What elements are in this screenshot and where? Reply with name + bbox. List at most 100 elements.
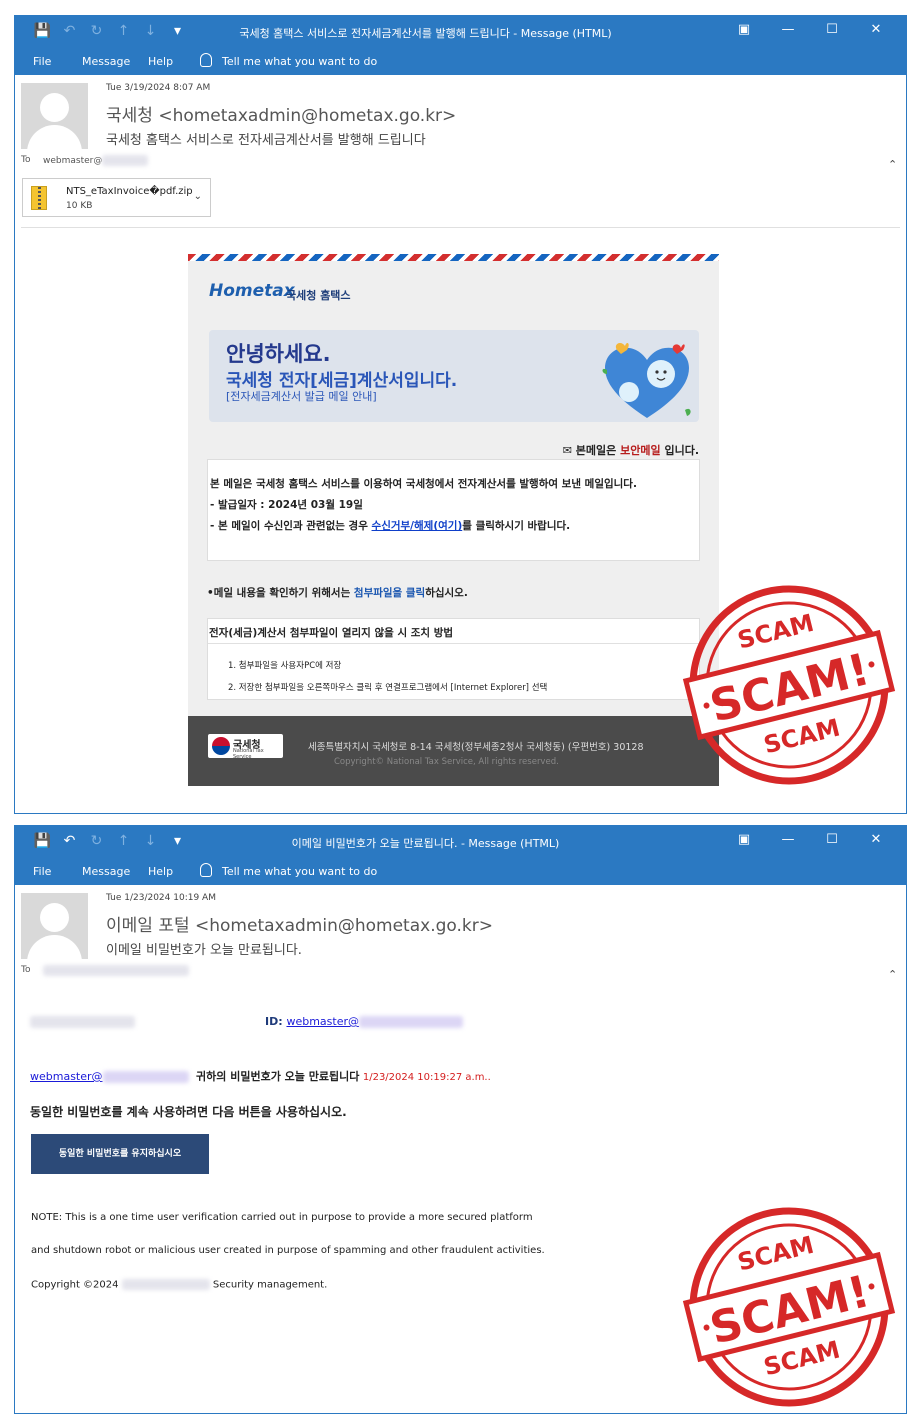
save-icon[interactable]: 💾 [33,833,52,849]
menu-help[interactable]: Help [148,55,173,68]
instruction-text: 동일한 비밀번호를 계속 사용하려면 다음 버튼을 사용하십시오. [30,1105,347,1119]
window-title: 이메일 비밀번호가 오늘 만료됩니다. - Message (HTML) [291,837,560,850]
sent-date: Tue 3/19/2024 8:07 AM [106,83,211,93]
save-icon[interactable]: 💾 [33,23,52,39]
collapse-header-icon[interactable]: ⌃ [888,968,898,981]
quick-access-toolbar: 💾 ↶ ↻ ↑ ↓ ▾ [33,833,187,849]
minimize-button[interactable]: — [766,22,810,37]
message-header: Tue 1/23/2024 10:19 AM 이메일 포털 <hometaxad… [15,885,906,1005]
sender-email: <hometaxadmin@hometax.go.kr> [195,916,493,936]
para3-post: 를 클릭하시기 바랍니다. [462,520,571,532]
unsubscribe-link[interactable]: 수신거부/해제(여기) [372,520,463,532]
note-link[interactable]: 첨부파일을 클릭 [354,587,425,599]
logo-text: Hometax [209,281,295,301]
note-line1: NOTE: This is a one time user verificati… [31,1212,533,1223]
attachment-notice: •메일 내용을 확인하기 위해서는 첨부파일을 클릭하십시오. [207,585,468,600]
id-label: ID: [265,1015,283,1028]
expire-time: 1/23/2024 10:19:27 a.m.. [362,1072,491,1083]
close-button[interactable]: ✕ [854,22,898,37]
redacted-block [102,1071,189,1083]
menu-file[interactable]: File [33,865,51,878]
email-footer: 국세청 National Tax Service 세종특별자치시 국세청로 8-… [188,716,719,786]
note-pre: •메일 내용을 확인하기 위해서는 [207,587,351,599]
maximize-button[interactable]: ☐ [810,22,854,37]
keep-password-button[interactable]: 동일한 비밀번호를 유지하십시오 [31,1134,209,1174]
step-1: 1. 첨부파일을 사용자PC에 저장 [228,661,342,671]
window-controls: ▣ — ☐ ✕ [722,832,898,847]
minimize-button[interactable]: — [766,832,810,847]
redacted-block [102,155,149,166]
redo-icon[interactable]: ↻ [87,23,106,39]
note-line2: and shutdown robot or malicious user cre… [31,1245,545,1256]
to-address [43,965,189,976]
footer-org-sub: National Tax Service [233,748,264,760]
zip-file-icon [31,186,47,210]
invoice-para3: - 본 메일이 수신인과 관련없는 경우 수신거부/해제(여기)를 클릭하시기 … [210,516,697,537]
maximize-button[interactable]: ☐ [810,832,854,847]
to-address: webmaster@ [43,155,149,166]
menu-message[interactable]: Message [82,865,130,878]
webmaster-link[interactable]: webmaster@ [30,1070,103,1083]
close-button[interactable]: ✕ [854,832,898,847]
sender-name: 이메일 포털 [106,916,190,936]
message-header: Tue 3/19/2024 8:07 AM 국세청 <hometaxadmin@… [15,75,906,217]
troubleshoot-divider [208,643,699,644]
sender: 이메일 포털 <hometaxadmin@hometax.go.kr> [106,911,493,936]
undo-icon[interactable]: ↶ [60,833,79,849]
redacted-block [30,1016,135,1028]
attachment[interactable]: NTS_eTaxInvoice�pdf.zip 10 KB ⌄ [22,178,211,217]
avatar [21,893,88,959]
sent-date: Tue 1/23/2024 10:19 AM [106,893,216,903]
lightbulb-icon [200,863,212,877]
customize-toolbar-icon[interactable]: ▾ [168,833,187,849]
menu-file[interactable]: File [33,55,51,68]
envelope-icon: ✉ [562,444,572,457]
scam-stamp-2: SCAM SCAM SCAM! [682,1207,896,1407]
menu-bar: File Message Help Tell me what you want … [15,48,906,75]
chevron-down-icon[interactable]: ⌄ [194,191,202,202]
redo-icon[interactable]: ↻ [87,833,106,849]
menu-bar: File Message Help Tell me what you want … [15,858,906,885]
tell-me-search[interactable]: Tell me what you want to do [222,55,377,68]
arrow-up-icon[interactable]: ↑ [114,23,133,39]
sender-name: 국세청 [106,106,153,126]
secure-highlight: 보안메일 [620,444,661,457]
id-link[interactable]: webmaster@ [286,1015,359,1028]
collapse-header-icon[interactable]: ⌃ [888,158,898,171]
customize-toolbar-icon[interactable]: ▾ [168,23,187,39]
copyright-line: Copyright ©2024 Security management. [31,1279,327,1291]
banner-line3: [전자세금계산서 발급 메일 안내] [226,390,377,403]
avatar [21,83,88,149]
troubleshoot-title: 전자(세금)계산서 첨부파일이 열리지 않을 시 조치 방법 [209,627,454,639]
redacted-block [43,965,189,976]
header-divider [21,227,900,228]
invoice-para2: - 발급일자 : 2024년 03월 19일 [210,499,363,511]
subject: 이메일 비밀번호가 오늘 만료됩니다. [106,943,302,958]
tell-me-search[interactable]: Tell me what you want to do [222,865,377,878]
arrow-down-icon[interactable]: ↓ [141,23,160,39]
heart-illustration-icon [602,343,691,418]
expire-text: 귀하의 비밀번호가 오늘 만료됩니다 [196,1070,360,1083]
copyright-post: Security management. [212,1279,328,1291]
quick-access-toolbar: 💾 ↶ ↻ ↑ ↓ ▾ [33,23,187,39]
arrow-down-icon[interactable]: ↓ [141,833,160,849]
title-bar: 💾 ↶ ↻ ↑ ↓ ▾ 국세청 홈택스 서비스로 전자세금계산서를 발행해 드립… [15,16,906,48]
id-line: ID: webmaster@ [265,1015,464,1028]
sender-email: <hometaxadmin@hometax.go.kr> [158,106,457,126]
secure-mail-notice: ✉ 본메일은 보안메일 입니다. [563,442,699,458]
menu-message[interactable]: Message [82,55,130,68]
footer-copyright: Copyright© National Tax Service, All rig… [334,757,559,767]
window-title: 국세청 홈택스 서비스로 전자세금계산서를 발행해 드립니다 - Message… [239,27,612,40]
title-bar: 💾 ↶ ↻ ↑ ↓ ▾ 이메일 비밀번호가 오늘 만료됩니다. - Messag… [15,826,906,858]
sender: 국세청 <hometaxadmin@hometax.go.kr> [106,101,456,126]
airmail-border [188,254,719,261]
undo-icon[interactable]: ↶ [60,23,79,39]
to-label: To [21,965,31,975]
arrow-up-icon[interactable]: ↑ [114,833,133,849]
redacted-block [121,1279,210,1290]
lightbulb-icon [200,53,212,67]
logo-org: 국세청 홈택스 [286,289,351,302]
menu-help[interactable]: Help [148,865,173,878]
ribbon-display-icon[interactable]: ▣ [722,832,766,847]
ribbon-display-icon[interactable]: ▣ [722,22,766,37]
